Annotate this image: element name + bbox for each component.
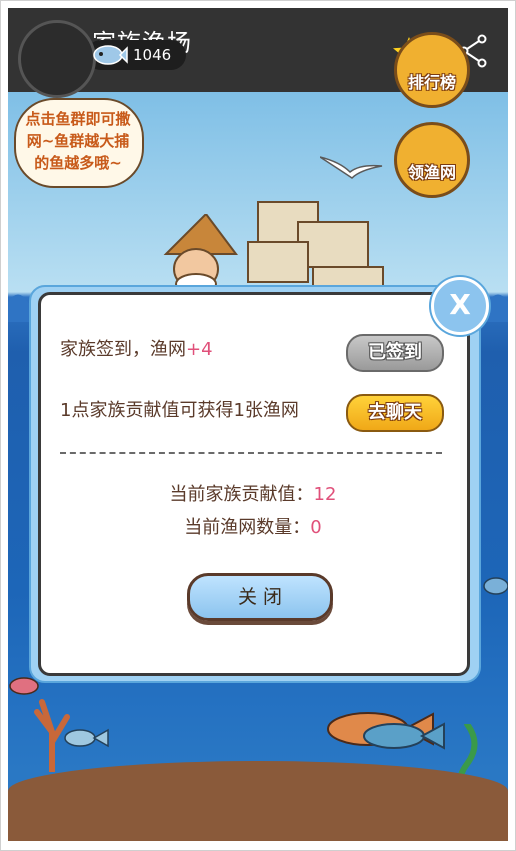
leaderboard-button[interactable]: 排行榜 [394, 32, 470, 108]
divider [60, 452, 442, 454]
signin-row: 家族签到，渔网+4 [60, 337, 213, 363]
fish-coin-count: 1046 [133, 46, 172, 64]
leaderboard-label: 排行榜 [407, 73, 456, 92]
current-net-label: 当前渔网数量： [184, 517, 311, 538]
signin-text: 家族签到，渔网 [60, 339, 186, 360]
signed-in-button[interactable]: 已签到 [346, 334, 444, 372]
current-net-value: 0 [310, 517, 322, 538]
contribution-info: 1点家族贡献值可获得1张渔网 [60, 400, 299, 421]
current-contribution-label: 当前家族贡献值： [169, 484, 314, 505]
avatar[interactable] [18, 20, 96, 98]
current-net-count: 当前渔网数量：0 [40, 515, 466, 541]
current-contribution-value: 12 [313, 484, 337, 505]
seabed-front [8, 761, 508, 841]
fish-coin-icon [93, 45, 128, 65]
current-contribution: 当前家族贡献值：12 [40, 482, 466, 508]
seagull-illustration [320, 156, 383, 179]
close-icon[interactable]: X [431, 277, 489, 335]
coral-illustration [34, 699, 70, 772]
signin-bonus: +4 [186, 339, 213, 360]
get-net-label: 领渔网 [407, 163, 456, 182]
go-chat-button[interactable]: 去聊天 [346, 394, 444, 432]
close-button[interactable]: 关 闭 [187, 573, 333, 621]
fish-illustration [363, 722, 445, 750]
fisherman-illustration [163, 214, 238, 294]
get-net-button[interactable]: 领渔网 [394, 122, 470, 198]
speech-bubble-text: 点击鱼群即可撒网~鱼群越大捕的鱼越多哦~ [25, 110, 131, 172]
fish-illustration [483, 577, 508, 595]
